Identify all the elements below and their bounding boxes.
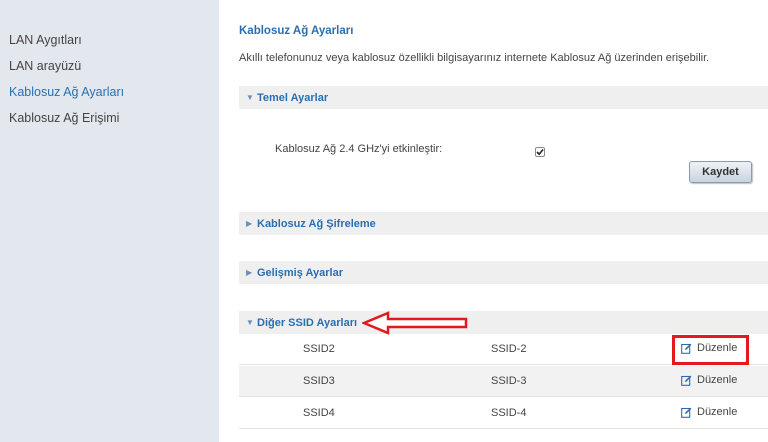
caret-down-icon: ▼ <box>246 318 254 327</box>
annotation-highlight-box <box>672 335 749 365</box>
section-advanced-settings[interactable]: ▶ Gelişmiş Ayarlar <box>239 261 768 284</box>
edit-icon <box>681 407 692 418</box>
sidebar-item-wireless-settings[interactable]: Kablosuz Ağ Ayarları <box>9 85 124 99</box>
caret-down-icon: ▼ <box>246 93 254 102</box>
ssid-value: SSID-2 <box>491 343 527 355</box>
page-title: Kablosuz Ağ Ayarları <box>239 25 354 37</box>
save-button[interactable]: Kaydet <box>689 161 752 183</box>
section-title: Temel Ayarlar <box>257 91 329 104</box>
caret-right-icon: ▶ <box>246 268 253 277</box>
page-description: Akıllı telefonunuz veya kablosuz özellik… <box>239 52 710 64</box>
section-title: Gelişmiş Ayarlar <box>257 266 344 279</box>
table-row: SSID4 SSID-4 Düzenle <box>239 398 768 429</box>
edit-button-ssid4[interactable]: Düzenle <box>681 406 737 418</box>
sidebar-item-lan-devices[interactable]: LAN Aygıtları <box>9 33 82 47</box>
checkmark-icon <box>536 148 544 156</box>
ssid-name: SSID3 <box>303 375 335 387</box>
ssid-name: SSID4 <box>303 407 335 419</box>
sidebar-item-wireless-access[interactable]: Kablosuz Ağ Erişimi <box>9 111 119 125</box>
annotation-arrow-icon <box>362 311 468 335</box>
main-content: Kablosuz Ağ Ayarları Akıllı telefonunuz … <box>219 0 768 442</box>
sidebar: LAN Aygıtları LAN arayüzü Kablosuz Ağ Ay… <box>0 0 219 442</box>
enable-wireless-checkbox[interactable] <box>535 147 545 157</box>
section-title: Diğer SSID Ayarları <box>257 316 358 329</box>
sidebar-item-lan-interface[interactable]: LAN arayüzü <box>9 59 81 73</box>
edit-label: Düzenle <box>697 374 738 386</box>
section-title: Kablosuz Ağ Şifreleme <box>257 217 376 230</box>
section-wireless-encryption[interactable]: ▶ Kablosuz Ağ Şifreleme <box>239 212 768 235</box>
caret-right-icon: ▶ <box>246 219 253 228</box>
section-other-ssid-settings[interactable]: ▼ Diğer SSID Ayarları <box>239 311 768 334</box>
edit-label: Düzenle <box>697 406 738 418</box>
enable-wireless-label: Kablosuz Ağ 2.4 GHz'yi etkinleştir: <box>275 143 443 155</box>
edit-button-ssid3[interactable]: Düzenle <box>681 374 737 386</box>
section-basic-settings[interactable]: ▼ Temel Ayarlar <box>239 86 768 109</box>
edit-icon <box>681 375 692 386</box>
table-row: SSID3 SSID-3 Düzenle <box>239 366 768 397</box>
ssid-value: SSID-4 <box>491 407 527 419</box>
ssid-value: SSID-3 <box>491 375 527 387</box>
ssid-name: SSID2 <box>303 343 335 355</box>
